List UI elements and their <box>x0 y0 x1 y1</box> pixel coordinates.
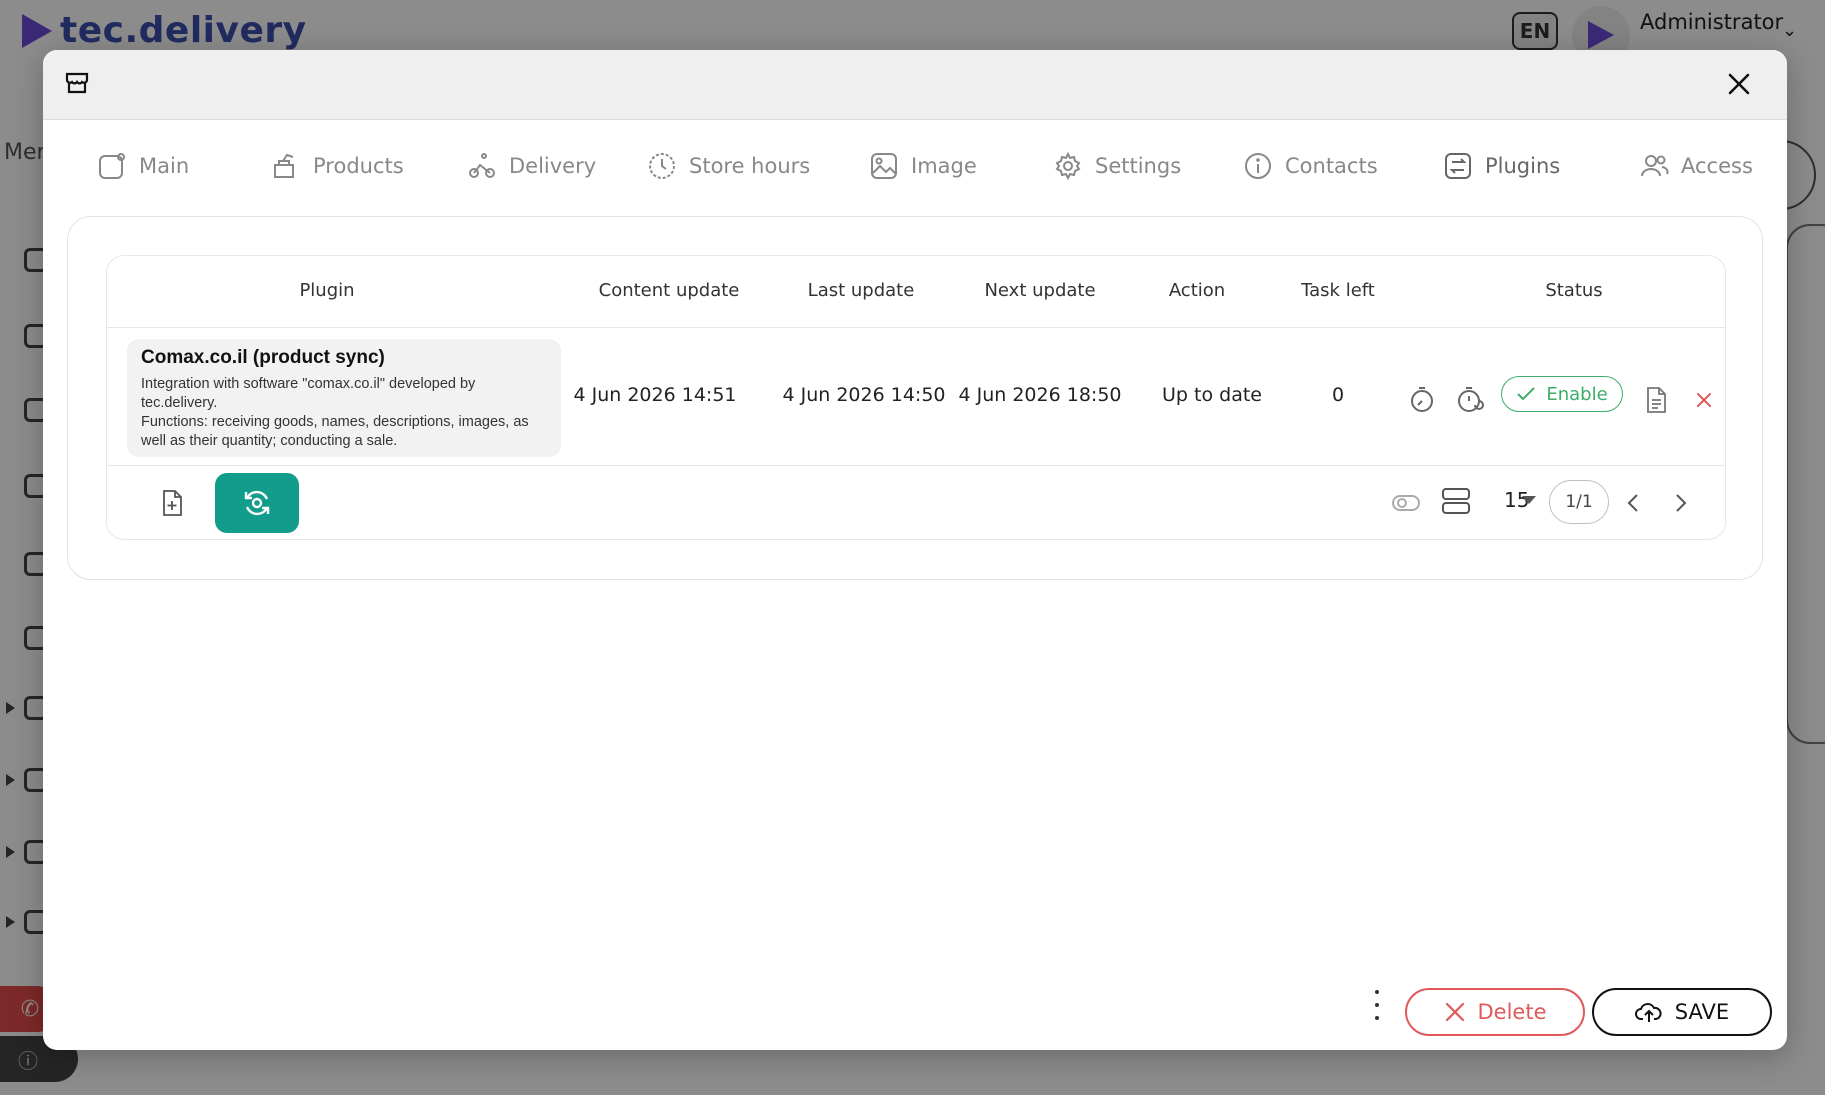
image-icon <box>871 153 897 179</box>
info-icon <box>1245 153 1271 179</box>
table-header: Plugin Content update Last update Next u… <box>107 256 1725 328</box>
plugin-title: Comax.co.il (product sync) <box>141 347 385 368</box>
plugin-functions: Functions: receiving goods, names, descr… <box>141 414 529 449</box>
task-left-cell: 0 <box>1331 384 1345 406</box>
delete-button[interactable]: Delete <box>1405 988 1585 1036</box>
column-header-content-update[interactable]: Content update <box>599 280 740 301</box>
gear-icon <box>1055 151 1081 181</box>
table-footer: 15 1/1 <box>107 466 1725 541</box>
sync-button[interactable] <box>215 473 299 533</box>
next-page-icon[interactable] <box>1665 488 1695 518</box>
tab-contacts[interactable]: Contacts <box>1243 140 1378 192</box>
products-icon <box>274 153 294 178</box>
last-update-cell: 4 Jun 2026 14:50 <box>782 384 946 406</box>
next-update-cell: 4 Jun 2026 18:50 <box>958 384 1122 406</box>
column-header-action[interactable]: Action <box>1169 280 1225 301</box>
cloud-upload-icon <box>1634 1003 1662 1022</box>
tab-label: Access <box>1681 154 1753 178</box>
column-header-next-update[interactable]: Next update <box>984 280 1095 301</box>
more-options-icon[interactable] <box>1367 990 1387 1020</box>
column-header-task-left[interactable]: Task left <box>1301 280 1375 301</box>
tab-image[interactable]: Image <box>869 140 977 192</box>
plugin-info: Comax.co.il (product sync) Integration w… <box>127 339 561 457</box>
column-header-last-update[interactable]: Last update <box>808 280 915 301</box>
page-indicator: 1/1 <box>1549 480 1609 524</box>
remove-icon[interactable] <box>1689 385 1719 415</box>
modal-header <box>43 50 1787 120</box>
status-enable-button[interactable]: Enable <box>1501 376 1623 412</box>
column-header-status[interactable]: Status <box>1545 280 1602 301</box>
toggle-icon[interactable] <box>1391 488 1421 518</box>
document-icon[interactable] <box>1641 385 1671 415</box>
tab-label: Contacts <box>1285 154 1378 178</box>
close-icon[interactable] <box>1725 70 1753 98</box>
save-button[interactable]: SAVE <box>1592 988 1772 1036</box>
tab-delivery[interactable]: Delivery <box>467 140 596 192</box>
rows-icon[interactable] <box>1441 486 1471 516</box>
add-file-icon[interactable] <box>157 488 187 518</box>
status-label: Enable <box>1546 383 1608 405</box>
tab-label: Plugins <box>1485 154 1561 178</box>
table-row: Comax.co.il (product sync) Integration w… <box>107 328 1725 466</box>
square-icon <box>99 153 125 179</box>
tab-label: Main <box>139 154 190 178</box>
plugins-icon <box>1445 153 1471 179</box>
column-header-plugin[interactable]: Plugin <box>299 280 354 301</box>
timer-refresh-icon[interactable] <box>1455 384 1485 414</box>
close-icon <box>1445 1002 1464 1022</box>
plugin-description: Integration with software "comax.co.il" … <box>141 376 476 411</box>
tab-label: Image <box>911 154 977 178</box>
store-icon <box>65 72 89 94</box>
tab-products[interactable]: Products <box>271 140 404 192</box>
check-icon <box>1517 387 1536 401</box>
store-modal: Main Products Delivery Store hours Image… <box>43 50 1787 1050</box>
tab-plugins[interactable]: Plugins <box>1443 140 1560 192</box>
tab-access[interactable]: Access <box>1639 140 1753 192</box>
tab-label: Store hours <box>689 154 811 178</box>
bike-icon <box>469 153 495 178</box>
dropdown-arrow-icon[interactable] <box>1521 494 1537 506</box>
tab-settings[interactable]: Settings <box>1053 140 1181 192</box>
users-icon <box>1641 155 1669 177</box>
delete-label: Delete <box>1477 1000 1547 1024</box>
tab-label: Products <box>313 154 404 178</box>
action-cell: Up to date <box>1162 384 1262 406</box>
plugins-panel: Plugin Content update Last update Next u… <box>67 216 1763 580</box>
plugins-table: Plugin Content update Last update Next u… <box>106 255 1726 540</box>
save-label: SAVE <box>1674 1000 1730 1024</box>
tab-store-hours[interactable]: Store hours <box>647 140 810 192</box>
tab-label: Delivery <box>509 154 597 178</box>
tab-main[interactable]: Main <box>97 140 189 192</box>
sync-icon <box>244 490 270 516</box>
clock-icon <box>649 153 675 179</box>
tab-label: Settings <box>1095 154 1182 178</box>
content-update-cell: 4 Jun 2026 14:51 <box>573 384 737 406</box>
timer-icon[interactable] <box>1407 384 1437 414</box>
prev-page-icon[interactable] <box>1619 488 1649 518</box>
